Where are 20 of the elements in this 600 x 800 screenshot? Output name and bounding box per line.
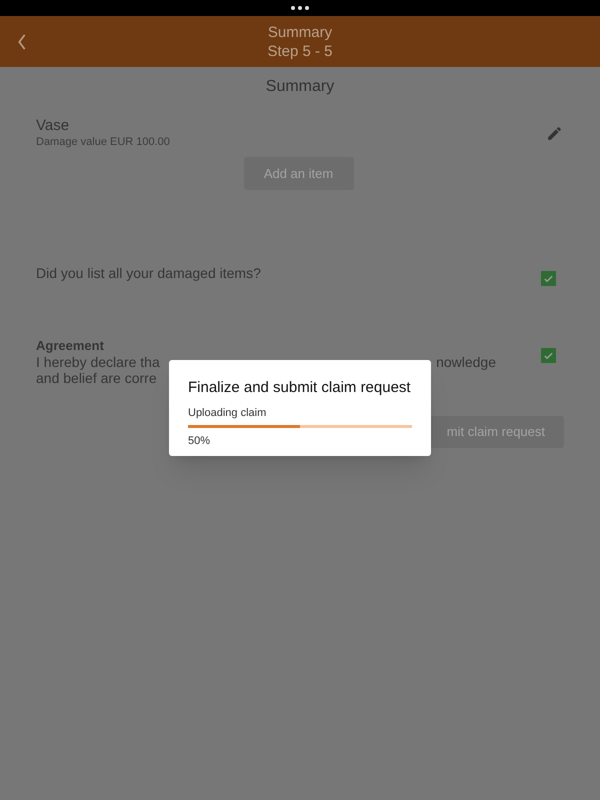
item-detail: Damage value EUR 100.00: [36, 135, 171, 150]
status-text: Uploading claim: [188, 406, 268, 420]
question-text: Did you list all your damaged items?: [36, 264, 262, 283]
agreement-heading: Agreement: [36, 338, 105, 354]
section-title: Summary: [266, 77, 334, 97]
agreement-text: and belief are corre: [36, 370, 158, 386]
dialog-title: Finalize and submit claim request: [188, 379, 412, 397]
progress-percent: 50%: [188, 434, 212, 449]
item-name: Vase: [36, 117, 70, 134]
agreement-text: nowledge: [436, 354, 496, 370]
edit-icon[interactable]: [546, 125, 563, 142]
check-icon: [543, 350, 554, 361]
back-icon[interactable]: [17, 34, 27, 50]
check-icon: [543, 273, 554, 284]
more-icon[interactable]: [291, 6, 309, 10]
agreement-text: I hereby declare tha: [36, 354, 160, 370]
checkbox[interactable]: [541, 348, 556, 363]
checkbox[interactable]: [541, 271, 556, 286]
header-title: Summary: [268, 22, 332, 42]
header-subtitle: Step 5 - 5: [267, 42, 333, 60]
